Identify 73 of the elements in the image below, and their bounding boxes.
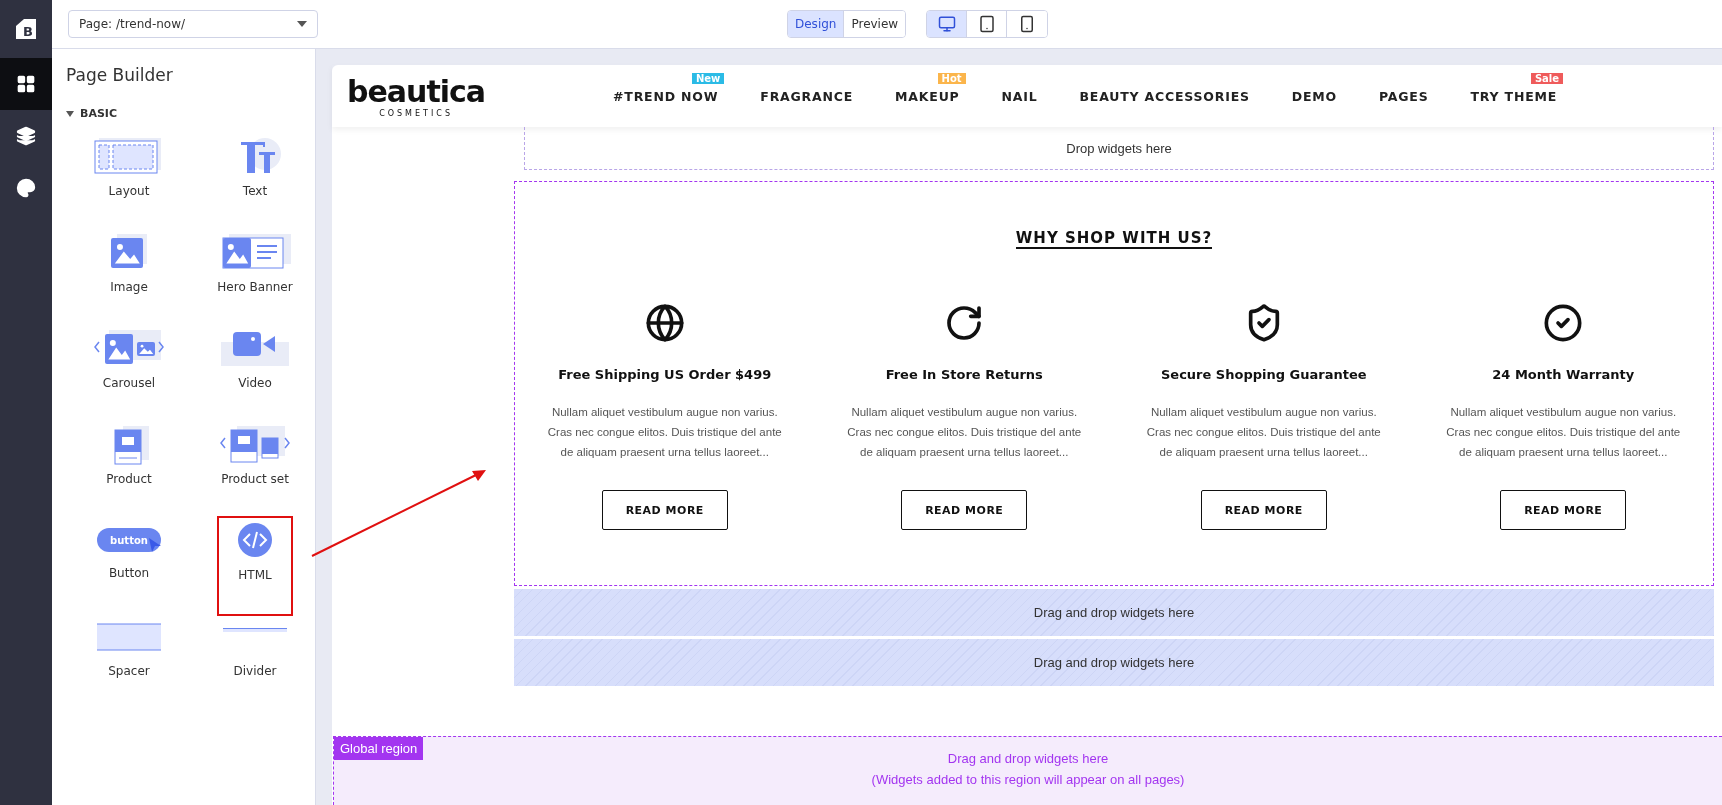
widget-tile[interactable]: Layout — [91, 134, 167, 230]
widget-label: Spacer — [108, 664, 150, 678]
widget-tile[interactable]: Product set — [217, 422, 293, 518]
feature-title: Free Shipping US Order $499 — [558, 367, 772, 382]
widget-tile[interactable]: Hero Banner — [217, 230, 293, 326]
nav-link[interactable]: BEAUTY ACCESSORIES — [1079, 88, 1250, 104]
feature-text: Nullam aliquet vestibulum augue non varius. Cras nec congue elitos. Duis tristique del ante de aliquam praesent urna tellus laoreet... — [846, 405, 1083, 460]
feature-title: Free In Store Returns — [885, 367, 1043, 382]
sidebar-nav-button[interactable] — [0, 58, 52, 110]
brand-logo[interactable]: B — [0, 0, 52, 58]
caret-icon[interactable] — [66, 110, 74, 117]
widget-label: HTML — [238, 568, 272, 582]
widget-label: Carousel — [102, 376, 156, 390]
check-circle-icon — [1543, 303, 1584, 343]
layers-icon — [16, 126, 36, 146]
section-heading: BASIC — [80, 107, 117, 120]
nav-badge: New — [691, 72, 725, 84]
tablet-icon — [977, 15, 996, 33]
device-tab[interactable] — [927, 11, 968, 37]
widget-tile[interactable]: Product — [91, 422, 167, 518]
globe-icon — [644, 303, 685, 343]
panel-title: Page Builder — [66, 65, 174, 85]
feature-title: 24 Month Warranty — [1492, 367, 1635, 382]
feature-text: Nullam aliquet vestibulum augue non varius. Cras nec congue elitos. Duis tristique del ante de aliquam praesent urna tellus laoreet... — [1445, 405, 1682, 460]
widget-label: Image — [110, 280, 148, 294]
read-more-button[interactable]: READ MORE — [1200, 490, 1327, 530]
feature-title: Secure Shopping Guarantee — [1160, 367, 1367, 382]
widget-tile[interactable]: Text — [217, 134, 293, 230]
read-more-button[interactable]: READ MORE — [1500, 490, 1627, 530]
widget-tile[interactable]: HTML — [219, 518, 291, 614]
widget-tile[interactable]: button Button — [97, 518, 161, 614]
widget-label: Hero Banner — [217, 280, 293, 294]
nav-badge: Hot — [937, 72, 966, 84]
divider-icon — [223, 628, 287, 632]
nav-link[interactable]: MAKEUP — [895, 88, 960, 104]
widget-label: Product set — [221, 472, 289, 486]
drop-zone: Drop widgets here — [524, 127, 1714, 170]
read-more-button[interactable]: READ MORE — [601, 490, 728, 530]
widget-label: Text — [242, 184, 268, 198]
drag-drop-zone: Drag and drop widgets here — [514, 639, 1714, 686]
global-region-label: Global region — [334, 737, 424, 760]
drop-hint: Drag and drop widgets here — [947, 751, 1109, 766]
read-more-button[interactable]: READ MORE — [901, 490, 1028, 530]
product-set-icon — [217, 424, 293, 466]
nav-link[interactable]: PAGES — [1379, 88, 1429, 104]
feature-text: Nullam aliquet vestibulum augue non varius. Cras nec congue elitos. Duis tristique del ante de aliquam praesent urna tellus laoreet... — [1145, 405, 1382, 460]
widget-tile[interactable]: Divider — [217, 614, 293, 710]
widget-label: Layout — [108, 184, 150, 198]
nav-link[interactable]: #TREND NOW — [613, 88, 719, 104]
nav-link[interactable]: FRAGRANCE — [760, 88, 854, 104]
widgets-icon — [16, 74, 36, 94]
caret-icon — [297, 21, 307, 27]
desktop-icon — [937, 15, 956, 33]
widget-label: Divider — [233, 664, 277, 678]
widget-tile[interactable]: Image — [91, 230, 167, 326]
section-title: WHY SHOP WITH US? — [1015, 229, 1213, 249]
region-note: (Widgets added to this region will appear on all pages) — [871, 772, 1185, 787]
widget-tile[interactable]: Video — [217, 326, 293, 422]
button-widget-icon: button — [97, 528, 161, 552]
widget-label: Video — [238, 376, 272, 390]
page-select[interactable]: Page: /trend-now/ — [68, 10, 318, 38]
nav-link[interactable]: NAIL — [1001, 88, 1038, 104]
feature-text: Nullam aliquet vestibulum augue non varius. Cras nec congue elitos. Duis tristique del ante de aliquam praesent urna tellus laoreet... — [546, 405, 783, 460]
widget-tile[interactable]: Carousel — [91, 326, 167, 422]
nav-link[interactable]: DEMO — [1291, 88, 1337, 104]
widget-tile[interactable]: Spacer — [91, 614, 167, 710]
nav-link[interactable]: TRY THEME — [1470, 88, 1558, 104]
store-logo: beautica COSMETICS — [347, 74, 486, 118]
widget-label: Button — [108, 566, 150, 580]
mode-tab[interactable]: Design — [788, 11, 845, 37]
widget-label: Product — [106, 472, 152, 486]
nav-badge: Sale — [1530, 72, 1564, 84]
drag-drop-zone: Drag and drop widgets here — [514, 589, 1714, 636]
